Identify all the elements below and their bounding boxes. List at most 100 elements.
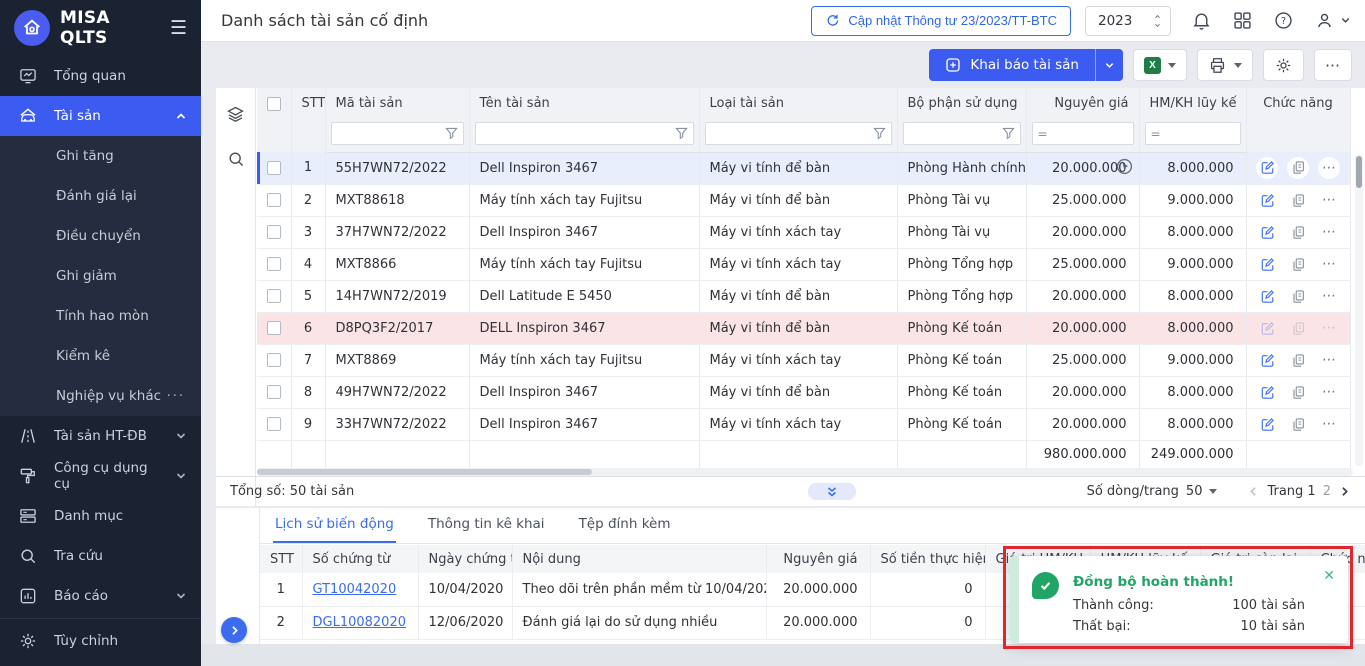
row-checkbox[interactable] [267,289,281,303]
column-header-ten-tai-san[interactable]: Tên tài sản [469,88,699,122]
sidebar-item-bao-cao[interactable]: Báo cáo [0,576,201,616]
sidebar-item-kiem-ke[interactable]: Kiểm kê [0,336,201,376]
row-checkbox[interactable] [267,193,281,207]
page-next-icon[interactable] [1338,485,1351,498]
row-more-icon[interactable]: ⋯ [1318,317,1340,339]
duplicate-icon[interactable] [1287,317,1309,339]
table-row[interactable]: 1 55H7WN72/2022 Dell Inspiron 3467 Máy v… [257,152,1350,184]
column-header-bo-phan[interactable]: Bộ phận sử dụng [897,88,1026,122]
row-checkbox[interactable] [267,385,281,399]
page-2[interactable]: 2 [1323,484,1331,499]
year-selector[interactable]: 2023 [1085,6,1171,36]
sidebar-item-ghi-tang[interactable]: Ghi tăng [0,136,201,176]
collapse-detail-button[interactable] [808,483,856,500]
edit-icon[interactable] [1256,189,1278,211]
print-button[interactable] [1197,49,1253,81]
year-spinner[interactable] [1153,13,1162,29]
sidebar-item-tong-quan[interactable]: Tổng quan [0,56,201,96]
duplicate-icon[interactable] [1287,253,1309,275]
column-header-stt[interactable]: STT [291,88,325,152]
search-icon[interactable] [226,149,246,169]
sidebar-item-dieu-chuyen[interactable]: Điều chuyển [0,216,201,256]
equals-operator-icon[interactable]: = [1151,127,1161,141]
column-header-hm-kh[interactable]: HM/KH lũy kế [1139,88,1246,122]
expand-panel-button[interactable] [221,617,247,643]
toast-close-icon[interactable]: ✕ [1323,569,1335,583]
horizontal-scrollbar[interactable] [257,468,1353,476]
apps-grid-icon[interactable] [1232,10,1253,31]
caret-down-icon[interactable] [1209,489,1217,494]
filter-input-ma-tai-san[interactable] [337,123,441,144]
edit-icon[interactable] [1256,381,1278,403]
document-link[interactable]: DGL10082020 [313,615,407,630]
settings-button[interactable] [1263,49,1304,81]
sidebar-item-tai-san[interactable]: Tài sản [0,96,201,136]
update-circular-button[interactable]: Cập nhật Thông tư 23/2023/TT-BTC [811,6,1071,36]
duplicate-icon[interactable] [1287,221,1309,243]
row-more-icon[interactable]: ⋯ [1318,157,1340,179]
notifications-bell-icon[interactable] [1191,10,1212,31]
duplicate-icon[interactable] [1287,189,1309,211]
row-more-icon[interactable]: ⋯ [1318,221,1340,243]
funnel-icon[interactable] [675,127,688,140]
sidebar-item-tai-san-ht-db[interactable]: Tài sản HT-ĐB [0,416,201,456]
column-header-loai-tai-san[interactable]: Loại tài sản [699,88,897,122]
user-account-icon[interactable] [1314,10,1351,31]
edit-icon[interactable] [1256,349,1278,371]
funnel-icon[interactable] [445,127,458,140]
row-more-icon[interactable]: ⋯ [1318,285,1340,307]
row-checkbox[interactable] [267,353,281,367]
column-header-nguyen-gia[interactable]: Nguyên giá [1026,88,1139,122]
scrollbar-thumb[interactable] [257,469,592,475]
edit-icon[interactable] [1256,317,1278,339]
row-more-icon[interactable]: ⋯ [1318,253,1340,275]
table-row[interactable]: 8 49H7WN72/2022 Dell Inspiron 3467 Máy v… [257,376,1350,408]
tab-tep-dinh-kem[interactable]: Tệp đính kèm [577,508,673,543]
table-row-error[interactable]: 6 D8PQ3F2/2017 DELL Inspiron 3467 Máy vi… [257,312,1350,344]
table-row[interactable]: 7 MXT8869 Máy tính xách tay Fujitsu Máy … [257,344,1350,376]
row-more-icon[interactable]: ⋯ [1318,381,1340,403]
scrollbar-thumb[interactable] [1356,156,1362,188]
filter-input-ten-tai-san[interactable] [481,123,671,144]
select-all-checkbox[interactable] [267,97,281,111]
row-more-icon[interactable]: ⋯ [1318,413,1340,435]
sidebar-item-danh-muc[interactable]: Danh mục [0,496,201,536]
column-header-ma-tai-san[interactable]: Mã tài sản [325,88,469,122]
sidebar-item-ghi-giam[interactable]: Ghi giảm [0,256,201,296]
row-checkbox[interactable] [267,321,281,335]
page-bottom-scrollbar[interactable] [201,644,1365,666]
sidebar-item-tra-cuu[interactable]: Tra cứu [0,536,201,576]
more-icon[interactable]: ··· [167,389,185,404]
duplicate-icon[interactable] [1287,349,1309,371]
row-checkbox[interactable] [267,417,281,431]
document-link[interactable]: GT10042020 [313,582,397,597]
edit-icon[interactable] [1256,157,1278,179]
table-row[interactable]: 4 MXT8866 Máy tính xách tay Fujitsu Máy … [257,248,1350,280]
row-more-icon[interactable]: ⋯ [1318,349,1340,371]
edit-icon[interactable] [1256,285,1278,307]
layers-icon[interactable] [225,104,246,125]
edit-icon[interactable] [1256,253,1278,275]
table-row[interactable]: 9 33H7WN72/2022 Dell Inspiron 3467 Máy v… [257,408,1350,440]
filter-input-bo-phan[interactable] [909,123,998,144]
duplicate-icon[interactable] [1287,381,1309,403]
tab-lich-su-bien-dong[interactable]: Lịch sử biến động [273,508,396,543]
funnel-icon[interactable] [873,127,886,140]
filter-input-nguyen-gia[interactable] [1052,123,1128,144]
filter-input-loai-tai-san[interactable] [711,123,869,144]
duplicate-icon[interactable] [1287,413,1309,435]
row-checkbox[interactable] [267,257,281,271]
equals-operator-icon[interactable]: = [1038,127,1048,141]
sidebar-item-tuy-chinh[interactable]: Tùy chỉnh [0,621,201,661]
vertical-scrollbar[interactable] [1355,154,1363,466]
sidebar-item-cong-cu-dung-cu[interactable]: Công cụ dụng cụ [0,456,201,496]
table-row[interactable]: 2 MXT88618 Máy tính xách tay Fujitsu Máy… [257,184,1350,216]
duplicate-icon[interactable] [1287,157,1309,179]
edit-icon[interactable] [1256,413,1278,435]
table-row[interactable]: 3 37H7WN72/2022 Dell Inspiron 3467 Máy v… [257,216,1350,248]
filter-input-hm-kh[interactable] [1165,123,1235,144]
row-more-icon[interactable]: ⋯ [1318,189,1340,211]
more-actions-button[interactable]: ⋯ [1314,49,1352,81]
rows-per-page-select[interactable]: 50 [1186,484,1203,499]
sidebar-item-tinh-hao-mon[interactable]: Tính hao mòn [0,296,201,336]
